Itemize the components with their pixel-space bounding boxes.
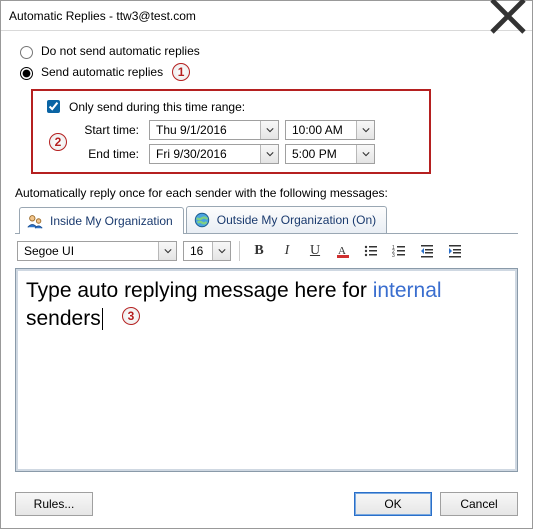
bullet-list-button[interactable] — [360, 240, 382, 262]
tab-outside-org[interactable]: Outside My Organization (On) — [186, 206, 387, 233]
dialog-body: Do not send automatic replies Send autom… — [1, 31, 532, 482]
chevron-down-icon — [266, 126, 274, 134]
radio-no-send-label: Do not send automatic replies — [41, 44, 200, 58]
tab-inside-org[interactable]: Inside My Organization — [19, 207, 184, 234]
user-icon — [26, 212, 44, 230]
start-date-combo[interactable]: Thu 9/1/2016 — [149, 120, 279, 140]
callout-3: 3 — [122, 307, 140, 325]
callout-2: 2 — [49, 133, 67, 151]
editor-text-1: Type auto replying message here for — [26, 279, 373, 302]
end-date-value: Fri 9/30/2016 — [156, 147, 260, 161]
start-time-value: 10:00 AM — [292, 123, 356, 137]
radio-no-send-input[interactable] — [20, 46, 33, 59]
titlebar: Automatic Replies - ttw3@test.com — [1, 1, 532, 31]
font-value: Segoe UI — [24, 244, 158, 258]
end-time-arrow[interactable] — [356, 145, 374, 163]
underline-button[interactable]: U — [304, 240, 326, 262]
timerange-check-label: Only send during this time range: — [69, 100, 245, 114]
radio-send[interactable]: Send automatic replies 1 — [15, 63, 518, 81]
number-list-button[interactable]: 123 — [388, 240, 410, 262]
chevron-down-icon — [164, 247, 172, 255]
font-color-button[interactable]: A — [332, 240, 354, 262]
callout-1: 1 — [172, 63, 190, 81]
end-label: End time: — [73, 147, 143, 161]
bullet-list-icon — [363, 243, 379, 259]
tab-inside-label: Inside My Organization — [50, 214, 173, 228]
font-color-icon: A — [335, 243, 351, 259]
size-combo[interactable]: 16 — [183, 241, 231, 261]
indent-button[interactable] — [444, 240, 466, 262]
chevron-down-icon — [218, 247, 226, 255]
chevron-down-icon — [362, 150, 370, 158]
globe-icon — [193, 211, 211, 229]
message-editor[interactable]: Type auto replying message here for inte… — [15, 268, 518, 472]
separator — [239, 241, 240, 261]
timerange-check-input[interactable] — [47, 100, 60, 113]
start-time-arrow[interactable] — [356, 121, 374, 139]
close-button[interactable] — [488, 2, 528, 30]
end-time-combo[interactable]: 5:00 PM — [285, 144, 375, 164]
start-date-value: Thu 9/1/2016 — [156, 123, 260, 137]
editor-text-internal: internal — [373, 279, 442, 302]
size-value: 16 — [190, 244, 212, 258]
start-date-arrow[interactable] — [260, 121, 278, 139]
font-combo[interactable]: Segoe UI — [17, 241, 177, 261]
italic-button[interactable]: I — [276, 240, 298, 262]
chevron-down-icon — [266, 150, 274, 158]
rules-button[interactable]: Rules... — [15, 492, 93, 516]
end-date-arrow[interactable] — [260, 145, 278, 163]
callout-2-cell: 2 — [45, 133, 67, 151]
size-arrow[interactable] — [212, 242, 230, 260]
editor-text-3: senders — [26, 307, 101, 330]
format-toolbar: Segoe UI 16 B I U A 123 — [15, 234, 518, 268]
timerange-check[interactable]: Only send during this time range: — [43, 97, 419, 116]
indent-icon — [447, 243, 463, 259]
window-title: Automatic Replies - ttw3@test.com — [9, 9, 488, 23]
end-time-value: 5:00 PM — [292, 147, 356, 161]
radio-send-input[interactable] — [20, 67, 33, 80]
tab-outside-label: Outside My Organization (On) — [217, 213, 376, 227]
end-date-combo[interactable]: Fri 9/30/2016 — [149, 144, 279, 164]
number-list-icon: 123 — [391, 243, 407, 259]
tabs: Inside My Organization Outside My Organi… — [15, 206, 518, 234]
start-label: Start time: — [73, 123, 143, 137]
radio-no-send[interactable]: Do not send automatic replies — [15, 43, 518, 59]
outdent-button[interactable] — [416, 240, 438, 262]
svg-text:3: 3 — [392, 253, 395, 259]
dialog-automatic-replies: Automatic Replies - ttw3@test.com Do not… — [0, 0, 533, 529]
radio-send-label: Send automatic replies — [41, 65, 163, 79]
timerange-grid: 2 Start time: Thu 9/1/2016 10:00 AM End … — [43, 120, 419, 164]
dialog-footer: Rules... OK Cancel — [1, 482, 532, 528]
ok-button[interactable]: OK — [354, 492, 432, 516]
text-caret — [102, 308, 103, 330]
timerange-group: Only send during this time range: 2 Star… — [31, 89, 431, 174]
outdent-icon — [419, 243, 435, 259]
font-arrow[interactable] — [158, 242, 176, 260]
cancel-button[interactable]: Cancel — [440, 492, 518, 516]
chevron-down-icon — [362, 126, 370, 134]
instruction-text: Automatically reply once for each sender… — [15, 186, 518, 200]
start-time-combo[interactable]: 10:00 AM — [285, 120, 375, 140]
bold-button[interactable]: B — [248, 240, 270, 262]
